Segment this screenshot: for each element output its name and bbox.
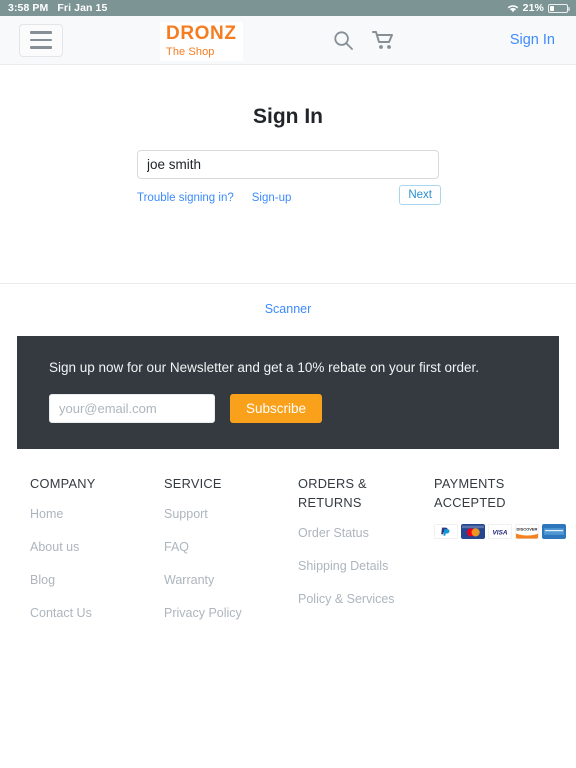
status-bar-right: 21%	[507, 2, 570, 14]
footer-link-blog[interactable]: Blog	[30, 573, 55, 587]
newsletter-email-input[interactable]	[49, 394, 215, 423]
status-bar-date: Fri Jan 15	[57, 2, 108, 14]
footer-link-faq[interactable]: FAQ	[164, 540, 189, 554]
next-button[interactable]: Next	[399, 185, 441, 205]
battery-percent-label: 21%	[522, 2, 544, 14]
list-item: Privacy Policy	[164, 604, 298, 622]
payment-icons-row: VISA DISCOVER	[434, 524, 568, 540]
site-header: DRONZ The Shop Sign In	[0, 16, 576, 65]
footer-column-company: COMPANY Home About us Blog Contact Us	[30, 474, 164, 637]
search-icon[interactable]	[333, 30, 354, 51]
mastercard-icon	[461, 524, 485, 540]
footer-column-payments: PAYMENTS ACCEPTED VISA DISCOVER	[434, 474, 568, 637]
footer-heading: ORDERS & RETURNS	[298, 476, 367, 511]
status-bar-time: 3:58 PM	[8, 2, 49, 14]
footer-link-privacy-policy[interactable]: Privacy Policy	[164, 606, 242, 620]
logo-tagline: The Shop	[166, 46, 215, 58]
visa-icon: VISA	[488, 524, 512, 540]
footer-column-orders-returns: ORDERS & RETURNS Order Status Shipping D…	[298, 474, 434, 637]
hamburger-menu-button[interactable]	[19, 23, 63, 57]
footer-heading: COMPANY	[30, 476, 96, 491]
list-item: Contact Us	[30, 604, 164, 622]
scanner-link[interactable]: Scanner	[265, 302, 312, 316]
list-item: Blog	[30, 571, 164, 589]
footer-heading: PAYMENTS ACCEPTED	[434, 476, 506, 511]
list-item: Warranty	[164, 571, 298, 589]
list-item: About us	[30, 538, 164, 556]
signup-link[interactable]: Sign-up	[252, 192, 292, 204]
newsletter-message: Sign up now for our Newsletter and get a…	[49, 360, 479, 375]
hamburger-line	[30, 38, 52, 42]
svg-text:VISA: VISA	[493, 530, 508, 537]
signin-form: Trouble signing in? Sign-up Next	[137, 150, 441, 209]
newsletter-form: Subscribe	[49, 394, 527, 423]
list-item: Order Status	[298, 524, 434, 542]
main-content: Sign In Trouble signing in? Sign-up Next…	[0, 105, 576, 638]
list-item: Home	[30, 505, 164, 523]
footer-link-home[interactable]: Home	[30, 507, 63, 521]
battery-icon	[548, 3, 570, 13]
scanner-row: Scanner	[0, 300, 576, 318]
logo-title: DRONZ	[166, 23, 237, 44]
shopping-cart-icon[interactable]	[372, 30, 395, 51]
footer-link-list: Home About us Blog Contact Us	[30, 505, 164, 622]
footer-heading: SERVICE	[164, 476, 222, 491]
section-divider	[0, 283, 576, 284]
paypal-icon	[434, 524, 458, 540]
username-input[interactable]	[137, 150, 439, 179]
hamburger-line	[30, 46, 52, 49]
trouble-signing-in-link[interactable]: Trouble signing in?	[137, 192, 234, 204]
status-bar-left: 3:58 PM Fri Jan 15	[8, 2, 107, 14]
form-links-row: Trouble signing in? Sign-up Next	[137, 185, 441, 209]
amex-icon	[542, 524, 566, 540]
site-logo[interactable]: DRONZ The Shop	[160, 22, 243, 61]
hamburger-line	[30, 31, 52, 34]
list-item: Policy & Services	[298, 590, 434, 608]
footer-link-list: Support FAQ Warranty Privacy Policy	[164, 505, 298, 622]
footer-link-policy-services[interactable]: Policy & Services	[298, 592, 395, 606]
wifi-icon	[507, 4, 519, 13]
svg-text:DISCOVER: DISCOVER	[517, 527, 538, 532]
discover-icon: DISCOVER	[515, 524, 539, 540]
footer-link-shipping-details[interactable]: Shipping Details	[298, 559, 388, 573]
footer-link-support[interactable]: Support	[164, 507, 208, 521]
page-title: Sign In	[253, 105, 323, 128]
footer-link-order-status[interactable]: Order Status	[298, 526, 369, 540]
subscribe-button[interactable]: Subscribe	[230, 394, 323, 423]
site-footer: COMPANY Home About us Blog Contact Us SE…	[0, 449, 576, 637]
list-item: Shipping Details	[298, 557, 434, 575]
ios-status-bar: 3:58 PM Fri Jan 15 21%	[0, 0, 576, 16]
footer-link-about-us[interactable]: About us	[30, 540, 79, 554]
list-item: FAQ	[164, 538, 298, 556]
newsletter-panel: Sign up now for our Newsletter and get a…	[17, 336, 559, 449]
footer-link-contact-us[interactable]: Contact Us	[30, 606, 92, 620]
list-item: Support	[164, 505, 298, 523]
footer-column-service: SERVICE Support FAQ Warranty Privacy Pol…	[164, 474, 298, 637]
header-signin-link[interactable]: Sign In	[510, 32, 555, 48]
header-icon-group	[333, 16, 395, 65]
footer-link-warranty[interactable]: Warranty	[164, 573, 214, 587]
footer-link-list: Order Status Shipping Details Policy & S…	[298, 524, 434, 608]
